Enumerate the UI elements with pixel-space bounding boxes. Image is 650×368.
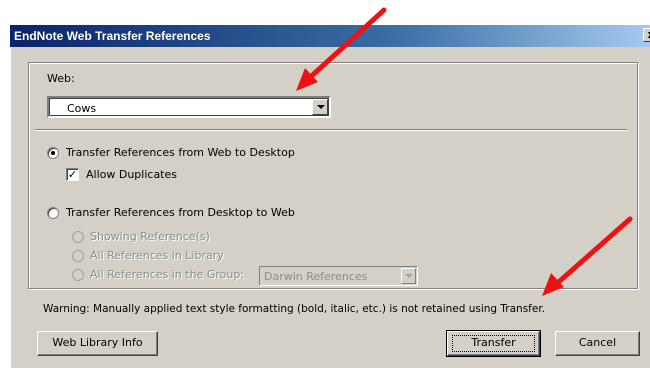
title-bar[interactable]: EndNote Web Transfer References x xyxy=(10,25,650,47)
desktop-to-web-label[interactable]: Transfer References from Desktop to Web xyxy=(66,206,295,219)
radio-all-references-library[interactable] xyxy=(72,250,84,262)
group-dropdown[interactable]: Darwin References xyxy=(259,266,418,286)
radio-all-references-group[interactable] xyxy=(72,269,84,281)
group-selected: Darwin References xyxy=(264,270,368,283)
warning-text: Warning: Manually applied text style for… xyxy=(43,303,546,315)
all-references-group-label: All References in the Group: xyxy=(90,268,245,281)
radio-selected-icon xyxy=(51,151,55,155)
web-label: Web: xyxy=(47,72,75,85)
web-library-dropdown[interactable]: Cows xyxy=(47,96,331,118)
web-to-desktop-label[interactable]: Transfer References from Web to Desktop xyxy=(66,146,295,159)
radio-web-to-desktop[interactable] xyxy=(47,147,59,159)
web-library-info-button[interactable]: Web Library Info xyxy=(37,331,158,356)
allow-duplicates-label[interactable]: Allow Duplicates xyxy=(86,168,177,181)
radio-showing-references[interactable] xyxy=(72,231,84,243)
all-references-library-label: All References in Library xyxy=(90,249,224,262)
separator xyxy=(35,129,627,131)
showing-references-label: Showing Reference(s) xyxy=(90,230,210,243)
close-button[interactable]: x xyxy=(643,28,650,42)
group-dropdown-arrow-icon[interactable] xyxy=(401,268,416,284)
focus-ring xyxy=(452,335,535,352)
web-library-selected: Cows xyxy=(67,102,97,115)
allow-duplicates-checkbox[interactable]: ✓ xyxy=(66,168,79,181)
cancel-button[interactable]: Cancel xyxy=(555,331,640,356)
web-library-info-label: Web Library Info xyxy=(52,336,143,349)
transfer-button[interactable]: Transfer xyxy=(446,330,541,357)
window-title: EndNote Web Transfer References xyxy=(14,29,211,43)
cancel-label: Cancel xyxy=(578,336,617,349)
dropdown-arrow-icon[interactable] xyxy=(312,99,328,115)
radio-desktop-to-web[interactable] xyxy=(47,207,59,219)
